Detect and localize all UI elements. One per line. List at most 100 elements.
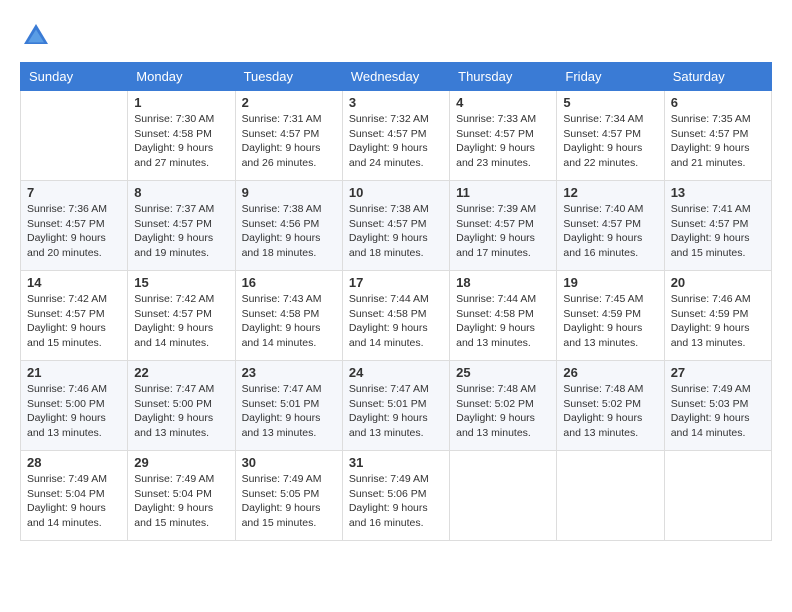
day-info: Sunrise: 7:48 AMSunset: 5:02 PMDaylight:… — [563, 382, 657, 441]
day-info: Sunrise: 7:41 AMSunset: 4:57 PMDaylight:… — [671, 202, 765, 261]
day-info: Sunrise: 7:38 AMSunset: 4:56 PMDaylight:… — [242, 202, 336, 261]
day-number: 21 — [27, 365, 121, 380]
header-saturday: Saturday — [664, 63, 771, 91]
header-friday: Friday — [557, 63, 664, 91]
day-number: 2 — [242, 95, 336, 110]
day-number: 11 — [456, 185, 550, 200]
day-number: 22 — [134, 365, 228, 380]
logo-icon — [20, 20, 52, 52]
day-number: 12 — [563, 185, 657, 200]
table-row: 8 Sunrise: 7:37 AMSunset: 4:57 PMDaylight… — [128, 181, 235, 271]
week-row-1: 1 Sunrise: 7:30 AMSunset: 4:58 PMDaylight… — [21, 91, 772, 181]
day-number: 9 — [242, 185, 336, 200]
table-row: 5 Sunrise: 7:34 AMSunset: 4:57 PMDaylight… — [557, 91, 664, 181]
day-number: 6 — [671, 95, 765, 110]
table-row: 13 Sunrise: 7:41 AMSunset: 4:57 PMDayligh… — [664, 181, 771, 271]
table-row: 31 Sunrise: 7:49 AMSunset: 5:06 PMDayligh… — [342, 451, 449, 541]
day-number: 26 — [563, 365, 657, 380]
day-number: 15 — [134, 275, 228, 290]
table-row: 22Sunrise: 7:47 AMSunset: 5:00 PMDayligh… — [128, 361, 235, 451]
day-number: 8 — [134, 185, 228, 200]
day-info: Sunrise: 7:44 AMSunset: 4:58 PMDaylight:… — [349, 292, 443, 351]
day-number: 14 — [27, 275, 121, 290]
week-row-3: 14 Sunrise: 7:42 AMSunset: 4:57 PMDayligh… — [21, 271, 772, 361]
table-row: 6 Sunrise: 7:35 AMSunset: 4:57 PMDaylight… — [664, 91, 771, 181]
table-row — [450, 451, 557, 541]
day-number: 31 — [349, 455, 443, 470]
day-number: 20 — [671, 275, 765, 290]
day-number: 7 — [27, 185, 121, 200]
table-row: 25Sunrise: 7:48 AMSunset: 5:02 PMDayligh… — [450, 361, 557, 451]
table-row: 27 Sunrise: 7:49 AMSunset: 5:03 PMDayligh… — [664, 361, 771, 451]
table-row: 9 Sunrise: 7:38 AMSunset: 4:56 PMDaylight… — [235, 181, 342, 271]
day-info: Sunrise: 7:44 AMSunset: 4:58 PMDaylight:… — [456, 292, 550, 351]
day-number: 23 — [242, 365, 336, 380]
day-info: Sunrise: 7:42 AMSunset: 4:57 PMDaylight:… — [134, 292, 228, 351]
day-info: Sunrise: 7:32 AMSunset: 4:57 PMDaylight:… — [349, 112, 443, 171]
table-row: 11 Sunrise: 7:39 AMSunset: 4:57 PMDayligh… — [450, 181, 557, 271]
table-row: 28Sunrise: 7:49 AMSunset: 5:04 PMDayligh… — [21, 451, 128, 541]
day-number: 19 — [563, 275, 657, 290]
day-number: 4 — [456, 95, 550, 110]
day-info: Sunrise: 7:38 AMSunset: 4:57 PMDaylight:… — [349, 202, 443, 261]
day-info: Sunrise: 7:48 AMSunset: 5:02 PMDaylight:… — [456, 382, 550, 441]
table-row: 2 Sunrise: 7:31 AMSunset: 4:57 PMDaylight… — [235, 91, 342, 181]
table-row — [664, 451, 771, 541]
calendar-body: 1 Sunrise: 7:30 AMSunset: 4:58 PMDaylight… — [21, 91, 772, 541]
day-number: 17 — [349, 275, 443, 290]
header-monday: Monday — [128, 63, 235, 91]
table-row: 14 Sunrise: 7:42 AMSunset: 4:57 PMDayligh… — [21, 271, 128, 361]
day-number: 10 — [349, 185, 443, 200]
day-number: 1 — [134, 95, 228, 110]
table-row: 17 Sunrise: 7:44 AMSunset: 4:58 PMDayligh… — [342, 271, 449, 361]
day-info: Sunrise: 7:49 AMSunset: 5:04 PMDaylight:… — [27, 472, 121, 531]
table-row: 20 Sunrise: 7:46 AMSunset: 4:59 PMDayligh… — [664, 271, 771, 361]
day-info: Sunrise: 7:34 AMSunset: 4:57 PMDaylight:… — [563, 112, 657, 171]
header-sunday: Sunday — [21, 63, 128, 91]
header-tuesday: Tuesday — [235, 63, 342, 91]
day-info: Sunrise: 7:35 AMSunset: 4:57 PMDaylight:… — [671, 112, 765, 171]
table-row: 16 Sunrise: 7:43 AMSunset: 4:58 PMDayligh… — [235, 271, 342, 361]
day-number: 27 — [671, 365, 765, 380]
table-row: 24 Sunrise: 7:47 AMSunset: 5:01 PMDayligh… — [342, 361, 449, 451]
header-thursday: Thursday — [450, 63, 557, 91]
day-info: Sunrise: 7:49 AMSunset: 5:05 PMDaylight:… — [242, 472, 336, 531]
day-info: Sunrise: 7:49 AMSunset: 5:04 PMDaylight:… — [134, 472, 228, 531]
logo — [20, 20, 56, 52]
day-info: Sunrise: 7:46 AMSunset: 4:59 PMDaylight:… — [671, 292, 765, 351]
calendar-header: SundayMondayTuesdayWednesdayThursdayFrid… — [21, 63, 772, 91]
day-number: 30 — [242, 455, 336, 470]
day-info: Sunrise: 7:47 AMSunset: 5:01 PMDaylight:… — [349, 382, 443, 441]
table-row: 12 Sunrise: 7:40 AMSunset: 4:57 PMDayligh… — [557, 181, 664, 271]
day-info: Sunrise: 7:40 AMSunset: 4:57 PMDaylight:… — [563, 202, 657, 261]
day-info: Sunrise: 7:37 AMSunset: 4:57 PMDaylight:… — [134, 202, 228, 261]
day-info: Sunrise: 7:46 AMSunset: 5:00 PMDaylight:… — [27, 382, 121, 441]
table-row: 4 Sunrise: 7:33 AMSunset: 4:57 PMDaylight… — [450, 91, 557, 181]
day-info: Sunrise: 7:43 AMSunset: 4:58 PMDaylight:… — [242, 292, 336, 351]
table-row: 10 Sunrise: 7:38 AMSunset: 4:57 PMDayligh… — [342, 181, 449, 271]
day-info: Sunrise: 7:49 AMSunset: 5:03 PMDaylight:… — [671, 382, 765, 441]
day-info: Sunrise: 7:33 AMSunset: 4:57 PMDaylight:… — [456, 112, 550, 171]
day-info: Sunrise: 7:42 AMSunset: 4:57 PMDaylight:… — [27, 292, 121, 351]
day-info: Sunrise: 7:45 AMSunset: 4:59 PMDaylight:… — [563, 292, 657, 351]
table-row: 30 Sunrise: 7:49 AMSunset: 5:05 PMDayligh… — [235, 451, 342, 541]
day-number: 13 — [671, 185, 765, 200]
day-info: Sunrise: 7:30 AMSunset: 4:58 PMDaylight:… — [134, 112, 228, 171]
day-number: 24 — [349, 365, 443, 380]
header-wednesday: Wednesday — [342, 63, 449, 91]
day-number: 16 — [242, 275, 336, 290]
day-info: Sunrise: 7:49 AMSunset: 5:06 PMDaylight:… — [349, 472, 443, 531]
table-row: 3 Sunrise: 7:32 AMSunset: 4:57 PMDaylight… — [342, 91, 449, 181]
table-row: 18Sunrise: 7:44 AMSunset: 4:58 PMDayligh… — [450, 271, 557, 361]
day-info: Sunrise: 7:36 AMSunset: 4:57 PMDaylight:… — [27, 202, 121, 261]
day-info: Sunrise: 7:39 AMSunset: 4:57 PMDaylight:… — [456, 202, 550, 261]
table-row: 29Sunrise: 7:49 AMSunset: 5:04 PMDayligh… — [128, 451, 235, 541]
day-number: 3 — [349, 95, 443, 110]
week-row-4: 21 Sunrise: 7:46 AMSunset: 5:00 PMDayligh… — [21, 361, 772, 451]
week-row-5: 28Sunrise: 7:49 AMSunset: 5:04 PMDayligh… — [21, 451, 772, 541]
table-row: 15 Sunrise: 7:42 AMSunset: 4:57 PMDayligh… — [128, 271, 235, 361]
day-number: 5 — [563, 95, 657, 110]
table-row: 7 Sunrise: 7:36 AMSunset: 4:57 PMDaylight… — [21, 181, 128, 271]
table-row — [21, 91, 128, 181]
day-info: Sunrise: 7:31 AMSunset: 4:57 PMDaylight:… — [242, 112, 336, 171]
